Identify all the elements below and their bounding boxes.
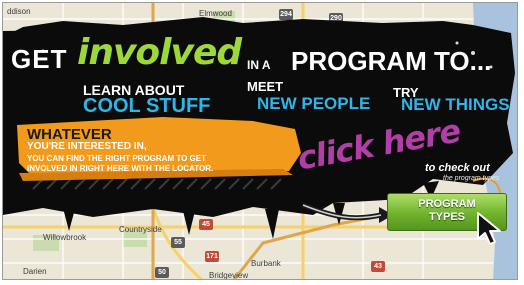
- widget-frame: ddison Elmwood Willowbrook Countryside D…: [2, 2, 518, 280]
- headline-program-to: PROGRAM TO...: [291, 46, 492, 76]
- new-people-label: NEW PEOPLE: [257, 94, 371, 113]
- program-banner: GET involved IN A PROGRAM TO... LEARN AB…: [3, 3, 517, 279]
- interested-label: YOU'RE INTERESTED IN,: [27, 141, 147, 152]
- new-things-label: NEW THINGS: [401, 95, 510, 114]
- cursor-arrow-icon: [477, 212, 501, 245]
- program-types-button-line-1: PROGRAM: [418, 198, 476, 210]
- headline-get: GET: [11, 44, 68, 74]
- meet-label: MEET: [247, 79, 284, 94]
- find-program-line-1: YOU CAN FIND THE RIGHT PROGRAM TO GET: [27, 154, 206, 163]
- to-check-out-label: to check out: [425, 162, 490, 174]
- program-locator-widget: ddison Elmwood Willowbrook Countryside D…: [0, 0, 524, 285]
- cool-stuff-label: COOL STUFF: [83, 95, 211, 117]
- headline-in-a: IN A: [247, 58, 271, 72]
- headline-involved: involved: [77, 32, 242, 73]
- whatever-label: WHATEVER: [27, 126, 112, 143]
- the-program-types-label: the program types: [443, 175, 500, 182]
- find-program-line-2: INVOLVED IN RIGHT HERE WITH THE LOCATOR.: [27, 164, 214, 173]
